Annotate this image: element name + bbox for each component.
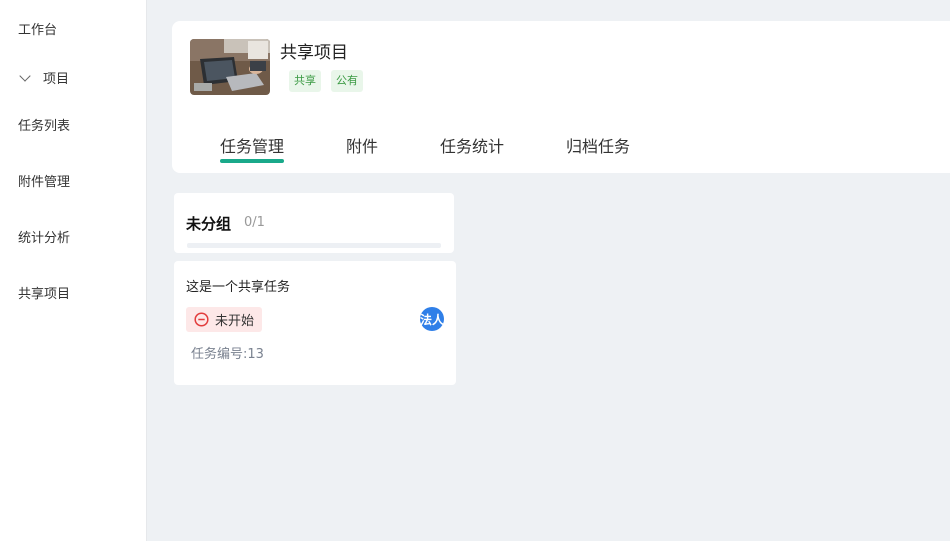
group-count: 0/1 <box>244 215 265 230</box>
project-tags: 共享 公有 <box>289 70 363 92</box>
chevron-down-icon <box>19 69 31 82</box>
sidebar-item-label: 工作台 <box>18 23 58 38</box>
sidebar-item-projects[interactable]: 项目 <box>18 68 69 87</box>
tab-label: 任务统计 <box>440 137 505 156</box>
task-number: 任务编号:13 <box>191 347 264 362</box>
group-divider <box>187 243 441 248</box>
sidebar-item-label: 任务列表 <box>18 119 71 134</box>
task-title: 这是一个共享任务 <box>186 280 291 295</box>
tab-archived-tasks[interactable]: 归档任务 <box>566 133 630 157</box>
sidebar: 工作台 项目 任务列表 附件管理 统计分析 共享项目 <box>0 0 147 541</box>
sidebar-item-label: 统计分析 <box>18 231 71 246</box>
project-title: 共享项目 <box>280 43 348 63</box>
active-tab-indicator <box>220 159 284 163</box>
project-header: 共享项目 共享 公有 任务管理 附件 任务统计 归档任务 <box>172 21 950 173</box>
sidebar-item-shared-projects[interactable]: 共享项目 <box>18 283 70 302</box>
tag-shared: 共享 <box>289 70 321 92</box>
group-title: 未分组 <box>186 215 232 233</box>
sidebar-item-task-list[interactable]: 任务列表 <box>18 115 70 134</box>
sidebar-item-attachments[interactable]: 附件管理 <box>18 171 70 190</box>
sidebar-item-label: 附件管理 <box>18 175 71 190</box>
project-thumbnail <box>190 39 270 95</box>
tab-label: 任务管理 <box>220 137 285 156</box>
tab-label: 附件 <box>346 137 379 156</box>
task-status-label: 未开始 <box>215 314 255 329</box>
minus-circle-icon <box>194 312 209 327</box>
tab-task-statistics[interactable]: 任务统计 <box>440 133 504 157</box>
avatar[interactable]: 法人 <box>420 307 444 331</box>
task-card[interactable]: 这是一个共享任务 未开始 法人 任务编号:13 <box>174 261 456 385</box>
task-group-header: 未分组 0/1 <box>174 193 454 253</box>
sidebar-item-label: 共享项目 <box>18 287 71 302</box>
task-status-badge[interactable]: 未开始 <box>186 307 263 332</box>
sidebar-item-label: 项目 <box>43 72 70 87</box>
tab-label: 归档任务 <box>566 137 631 156</box>
sidebar-item-workbench[interactable]: 工作台 <box>18 19 57 38</box>
sidebar-item-statistics[interactable]: 统计分析 <box>18 227 70 246</box>
tag-public: 公有 <box>331 70 363 92</box>
tab-task-management[interactable]: 任务管理 <box>220 133 285 163</box>
tab-attachments[interactable]: 附件 <box>346 133 378 157</box>
